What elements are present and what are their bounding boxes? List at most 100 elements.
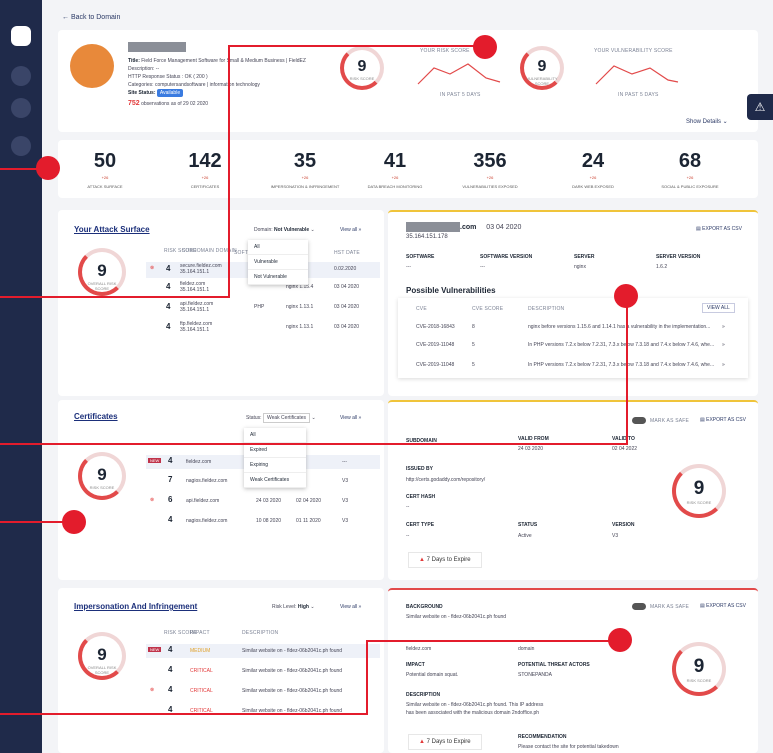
stat-value: 356: [473, 150, 507, 172]
cert-detail-gauge: 9 RISK SCORE: [672, 464, 726, 518]
attack-surface-title[interactable]: Your Attack Surface: [74, 225, 150, 234]
table-row[interactable]: 4 api.fieldez.com 35.164.151.1 PHP nginx…: [146, 300, 380, 316]
observations-text: observations as of 29 02 2020: [141, 101, 209, 107]
alert-icon[interactable]: ⚠: [747, 94, 773, 120]
table-row[interactable]: 4 ftp.fieldez.com 35.164.151.1 nginx 1.1…: [146, 320, 380, 336]
export-csv-button[interactable]: ▤ EXPORT AS CSV: [696, 226, 742, 232]
stat-label: SOCIAL & PUBLIC EXPOSURE: [661, 184, 719, 189]
bulb-icon[interactable]: [11, 66, 31, 86]
cve-view-all-button[interactable]: VIEW ALL: [702, 303, 735, 313]
option-not-vulnerable[interactable]: Not Vulnerable: [248, 270, 308, 285]
remove-icon[interactable]: ⊗: [150, 265, 154, 271]
table-row[interactable]: 4 CRITICAL Similar website on - fldez-06…: [146, 664, 380, 678]
site-status-label: Site Status:: [128, 90, 156, 96]
remove-icon[interactable]: ⊗: [150, 497, 154, 503]
certs-view-all[interactable]: View all »: [340, 415, 361, 421]
show-details-button[interactable]: Show Details ⌄: [686, 118, 728, 125]
view-all-label: View all: [340, 604, 358, 610]
stat-impersonation[interactable]: 35 +26 IMPERSONATION & INFRINGEMENT: [260, 150, 350, 189]
company-logo: [70, 44, 114, 88]
stat-delta: +26: [301, 175, 309, 180]
row-valid-from: 10 08 2020: [256, 518, 282, 524]
settings-icon[interactable]: [11, 98, 31, 118]
domain-filter-dropdown[interactable]: All Vulnerable Not Vulnerable: [248, 240, 308, 285]
cert-export-button[interactable]: ▤ EXPORT AS CSV: [700, 417, 746, 423]
description-line-2: has been associated with the malicious d…: [406, 710, 540, 716]
stat-label: IMPERSONATION & INFRINGEMENT: [270, 184, 340, 189]
table-row[interactable]: 4 CRITICAL Similar website on - fldez-06…: [146, 704, 380, 718]
stat-data-breach[interactable]: 41 +26 DATA BREACH MONITORING: [350, 150, 440, 189]
cve-score: 5: [472, 342, 475, 348]
option-all[interactable]: All: [248, 240, 308, 255]
row-version: V3: [342, 478, 349, 484]
stat-label: VULNERABILITIES EXPOSED: [462, 184, 518, 189]
mark-safe-toggle[interactable]: [632, 603, 646, 610]
redacted-domain: [406, 222, 460, 232]
option-all[interactable]: All: [244, 428, 306, 443]
cve-id: CVE-2019-11048: [416, 362, 455, 368]
row-score: 4: [166, 264, 171, 273]
remove-icon[interactable]: ⊗: [150, 687, 154, 693]
title-value: Field Force Management Software for Smal…: [141, 58, 306, 64]
attack-view-all[interactable]: View all »: [340, 227, 361, 233]
imp-risk-gauge: 9 OVERALL RISK SCORE: [78, 632, 126, 680]
stat-delta: +26: [686, 175, 694, 180]
risk-trend-chart: [417, 63, 501, 85]
cert-detail-score-label: RISK SCORE: [686, 500, 712, 505]
risk-filter-select[interactable]: High: [298, 604, 309, 610]
app-logo-icon[interactable]: [11, 26, 31, 46]
option-expiring[interactable]: Expiring: [244, 458, 306, 473]
imp-export-button[interactable]: ▤ EXPORT AS CSV: [700, 603, 746, 609]
stat-dark-web[interactable]: 24 +26 DARK WEB EXPOSED: [548, 150, 638, 189]
chevron-right-icon[interactable]: »: [722, 342, 725, 348]
table-row[interactable]: NEW 4 MEDIUM Similar website on - fldez-…: [146, 644, 380, 658]
col-cve: CVE: [416, 306, 427, 312]
status-label: STATUS: [518, 522, 538, 528]
stat-vulnerabilities[interactable]: 356 +26 VULNERABILITIES EXPOSED: [445, 150, 535, 189]
gear-icon[interactable]: [11, 136, 31, 156]
stat-label: CERTIFICATES: [190, 184, 220, 189]
row-desc: Similar website on - fldez-06b2041c.ph f…: [242, 648, 343, 654]
stat-delta: +26: [201, 175, 209, 180]
status-filter-dropdown[interactable]: All Expired Expiring Weak Certificates: [244, 428, 306, 488]
status-filter-select[interactable]: Weak Certificates: [262, 413, 311, 423]
option-vulnerable[interactable]: Vulnerable: [248, 255, 308, 270]
mark-safe-toggle[interactable]: [632, 417, 646, 424]
vuln-domain: .com: [460, 224, 477, 231]
imp-score-label: OVERALL RISK SCORE: [87, 665, 117, 675]
table-row[interactable]: ⊗ 4 CRITICAL Similar website on - fldez-…: [146, 684, 380, 698]
stat-attack-surface[interactable]: 50 +26 ATTACK SURFACE: [60, 150, 150, 189]
chevron-right-icon[interactable]: »: [722, 324, 725, 330]
risk-score-label: RISK SCORE: [349, 76, 375, 81]
asset-value: fieldez.com: [406, 646, 432, 652]
software-version-label: SOFTWARE VERSION: [480, 254, 533, 260]
impersonation-title[interactable]: Impersonation And Infringement: [74, 602, 197, 611]
imp-expire-notice: ▲ 7 Days to Expire: [408, 734, 482, 750]
description-line-1: Similar website on - fldez-06b2041c.ph f…: [406, 702, 544, 708]
site-status-badge: Available: [156, 89, 184, 97]
cve-desc: nginx before versions 1.15.6 and 1.14.1 …: [528, 324, 711, 330]
table-row[interactable]: ⊗ 6 api.fieldez.com 24 03 2020 02 04 202…: [146, 494, 380, 508]
certificates-title[interactable]: Certificates: [74, 412, 118, 421]
back-link[interactable]: ← Back to Domain: [62, 14, 120, 21]
annotation-dot: [473, 35, 497, 59]
chevron-right-icon[interactable]: »: [722, 362, 725, 368]
stat-social[interactable]: 68 +26 SOCIAL & PUBLIC EXPOSURE: [645, 150, 735, 189]
cve-id: CVE-2018-16843: [416, 324, 455, 330]
imp-view-all[interactable]: View all »: [340, 604, 361, 610]
table-row[interactable]: 4 nagios.fieldez.com 10 08 2020 01 11 20…: [146, 514, 380, 528]
valid-to-value: 02 04 2022: [612, 446, 638, 452]
option-weak[interactable]: Weak Certificates: [244, 473, 306, 488]
cve-score: 5: [472, 362, 475, 368]
annotation-dot: [608, 628, 632, 652]
row-score: 4: [166, 302, 171, 311]
risk-chart-title: YOUR RISK SCORE: [420, 48, 470, 54]
stat-certificates[interactable]: 142 +26 CERTIFICATES: [160, 150, 250, 189]
row-ip: 35.164.151.1: [180, 269, 210, 275]
vulnerability-score-gauge: 9 VULNERABILITY SCORE: [520, 46, 564, 90]
risk-score-value: 9: [357, 58, 367, 75]
imp-score-value: 9: [97, 645, 107, 664]
domain-filter-select[interactable]: Not Vulnerable: [274, 227, 309, 233]
software-value: ---: [406, 264, 411, 270]
option-expired[interactable]: Expired: [244, 443, 306, 458]
